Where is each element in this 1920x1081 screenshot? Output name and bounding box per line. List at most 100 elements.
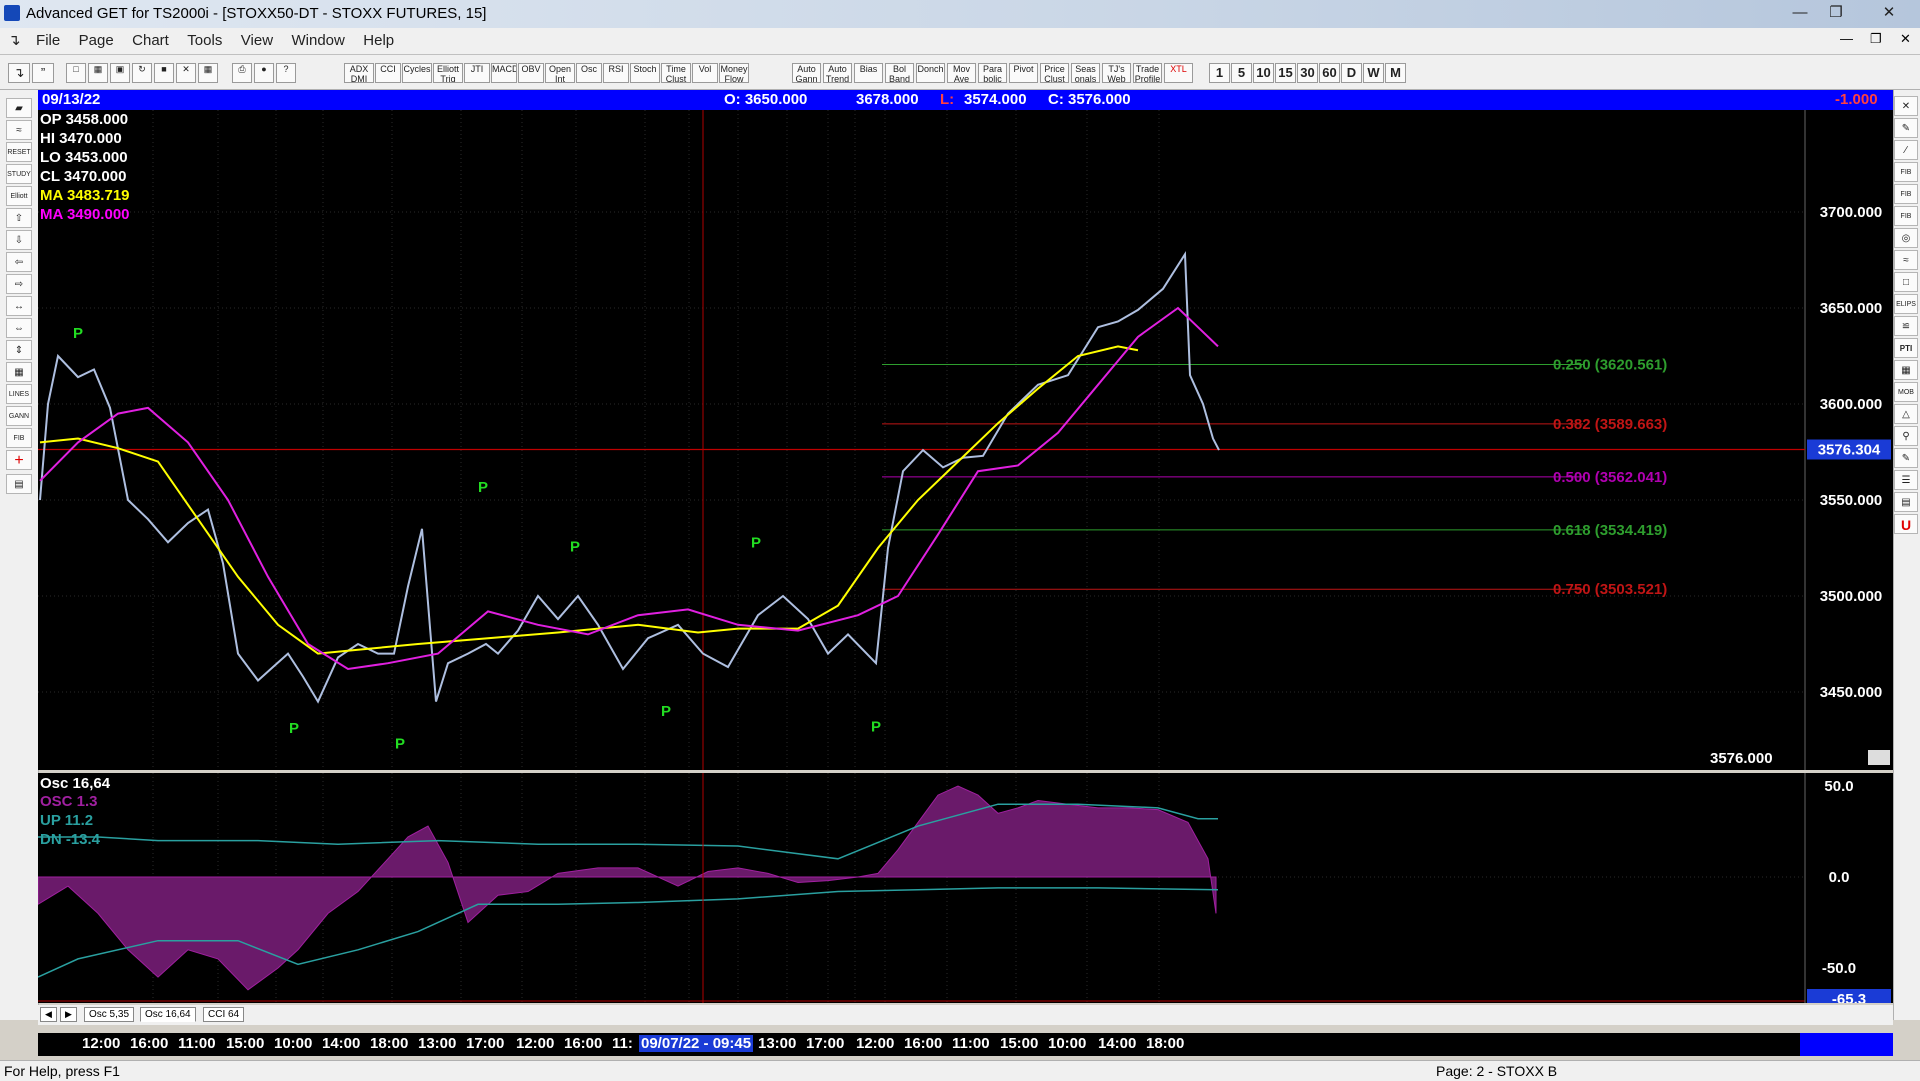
study-button[interactable]: STUDY [6,164,32,184]
refresh-icon[interactable]: ↻ [132,63,152,83]
tool-btn-6[interactable]: Para bolic [978,63,1007,83]
study-btn-6[interactable]: OBV [518,63,544,83]
arrow-right-icon[interactable]: ⇨ [6,274,32,294]
fib-button[interactable]: FIB [6,428,32,448]
elliott-button[interactable]: Elliott [6,186,32,206]
menu-chart[interactable]: Chart [125,28,176,54]
arrow-left-icon[interactable]: ⇦ [6,252,32,272]
study-btn-11[interactable]: Time Clust [661,63,691,83]
reset-button[interactable]: RESET [6,142,32,162]
bar-expand-icon[interactable]: ↔ [6,296,32,316]
pencil-icon[interactable]: ✎ [1894,118,1918,138]
page-icon[interactable]: ▦ [88,63,108,83]
box-icon[interactable]: □ [1894,272,1918,292]
tab-cci-64[interactable]: CCI 64 [203,1007,245,1022]
circle-icon[interactable]: ◎ [1894,228,1918,248]
interval-btn-30[interactable]: 30 [1297,63,1318,83]
price-chart[interactable]: 3700.000 3650.000 3600.000 3550.000 3500.000… [38,110,1893,770]
fan-icon[interactable]: ≈ [1894,250,1918,270]
crosshair-icon[interactable]: + [6,450,32,470]
interval-btn-5[interactable]: 5 [1231,63,1252,83]
menu-window[interactable]: Window [284,28,351,54]
study-btn-10[interactable]: Stoch [630,63,660,83]
maximize-button[interactable]: ❐ [1818,2,1854,24]
tool-btn-4[interactable]: Donch [916,63,945,83]
tool-btn-5[interactable]: Mov Ave [947,63,976,83]
u-icon[interactable]: U [1894,514,1918,534]
compress-icon[interactable]: ■ [154,63,174,83]
tool-btn-0[interactable]: Auto Gann [792,63,821,83]
print-icon[interactable]: ⎙ [232,63,252,83]
cross-lines-icon[interactable]: ✕ [1894,96,1918,116]
tool-btn-3[interactable]: Bol Band [885,63,914,83]
interval-btn-M[interactable]: M [1385,63,1406,83]
menu-view[interactable]: View [234,28,280,54]
study-btn-7[interactable]: Open Int [545,63,575,83]
mdi-close-button[interactable]: ✕ [1900,31,1911,47]
time-axis-scroll[interactable] [1800,1033,1893,1056]
clipboard-icon[interactable]: ▤ [6,474,32,494]
interval-btn-W[interactable]: W [1363,63,1384,83]
interval-btn-10[interactable]: 10 [1253,63,1274,83]
tool-btn-12[interactable]: XTL [1164,63,1193,83]
new-page-icon[interactable]: □ [66,63,86,83]
study-btn-2[interactable]: Cycles [402,63,432,83]
layers-icon[interactable]: ☰ [1894,470,1918,490]
interval-btn-D[interactable]: D [1341,63,1362,83]
tab-osc-5-35[interactable]: Osc 5,35 [84,1007,135,1022]
folder-icon[interactable]: ▰ [6,98,32,118]
tool-btn-7[interactable]: Pivot [1009,63,1038,83]
quote-icon[interactable]: ” [32,63,54,83]
close-button[interactable]: ✕ [1864,2,1914,24]
zoom-vertical-icon[interactable]: ⇕ [6,340,32,360]
study-btn-9[interactable]: RSI [603,63,629,83]
help-icon[interactable]: ? [276,63,296,83]
mdi-restore-button[interactable]: ❐ [1870,31,1882,47]
tool-btn-8[interactable]: Price Clust [1040,63,1069,83]
arrow-up-icon[interactable]: ⇧ [6,208,32,228]
pti-button[interactable]: PTI [1894,338,1918,358]
tab-next[interactable]: ▶ [60,1007,77,1022]
oscillator-panel[interactable]: 50.0 0.0 -50.0 -65.3 Osc 16,64 OSC 1.3 UP 11… [38,773,1893,1003]
minimize-button[interactable]: — [1782,2,1818,24]
mdi-minimize-button[interactable]: — [1840,31,1853,46]
paint-icon[interactable]: ✎ [1894,448,1918,468]
study-btn-13[interactable]: Money Flow [719,63,749,83]
tab-prev[interactable]: ◀ [40,1007,57,1022]
list-icon[interactable]: ▤ [1894,492,1918,512]
study-btn-1[interactable]: CCI [375,63,401,83]
lines-button[interactable]: LINES [6,384,32,404]
pointer-icon[interactable]: ↴ [8,63,30,83]
interval-btn-60[interactable]: 60 [1319,63,1340,83]
tool-btn-11[interactable]: Trade Profile [1133,63,1162,83]
tool-btn-10[interactable]: TJ's Web [1102,63,1131,83]
menu-help[interactable]: Help [356,28,401,54]
fib-ext-button[interactable]: FIB EXT [1894,184,1918,218]
cross-icon[interactable]: ✕ [176,63,196,83]
study-btn-8[interactable]: Osc [576,63,602,83]
mdi-icon[interactable]: ↴ [0,28,25,54]
fib-ret-button[interactable]: FIB RET [1894,162,1918,196]
menu-tools[interactable]: Tools [180,28,229,54]
menu-page[interactable]: Page [72,28,121,54]
tool-btn-1[interactable]: Auto Trend [823,63,852,83]
arrow-down-icon[interactable]: ⇩ [6,230,32,250]
study-btn-5[interactable]: MACD [491,63,517,83]
interval-btn-15[interactable]: 15 [1275,63,1296,83]
study-btn-3[interactable]: Elliott Trig [433,63,463,83]
ellipse-button[interactable]: ELIPS [1894,294,1918,314]
trendline-icon[interactable]: ∕ [1894,140,1918,160]
tool-btn-2[interactable]: Bias [854,63,883,83]
interval-btn-1[interactable]: 1 [1209,63,1230,83]
study-btn-12[interactable]: Vol [692,63,718,83]
grid-toggle-icon[interactable]: ▦ [6,362,32,382]
grid-icon[interactable]: ▦ [198,63,218,83]
oscillator-chart[interactable]: 50.0 0.0 -50.0 -65.3 [38,773,1893,1003]
table-icon[interactable]: ▦ [1894,360,1918,380]
menu-file[interactable]: File [29,28,67,54]
window-icon[interactable]: ▣ [110,63,130,83]
tool-btn-9[interactable]: Seas onals [1071,63,1100,83]
channel-icon[interactable]: ≌ [1894,316,1918,336]
magnifier-icon[interactable]: ⚲ [1894,426,1918,446]
tab-osc-16-64[interactable]: Osc 16,64 [140,1007,196,1022]
